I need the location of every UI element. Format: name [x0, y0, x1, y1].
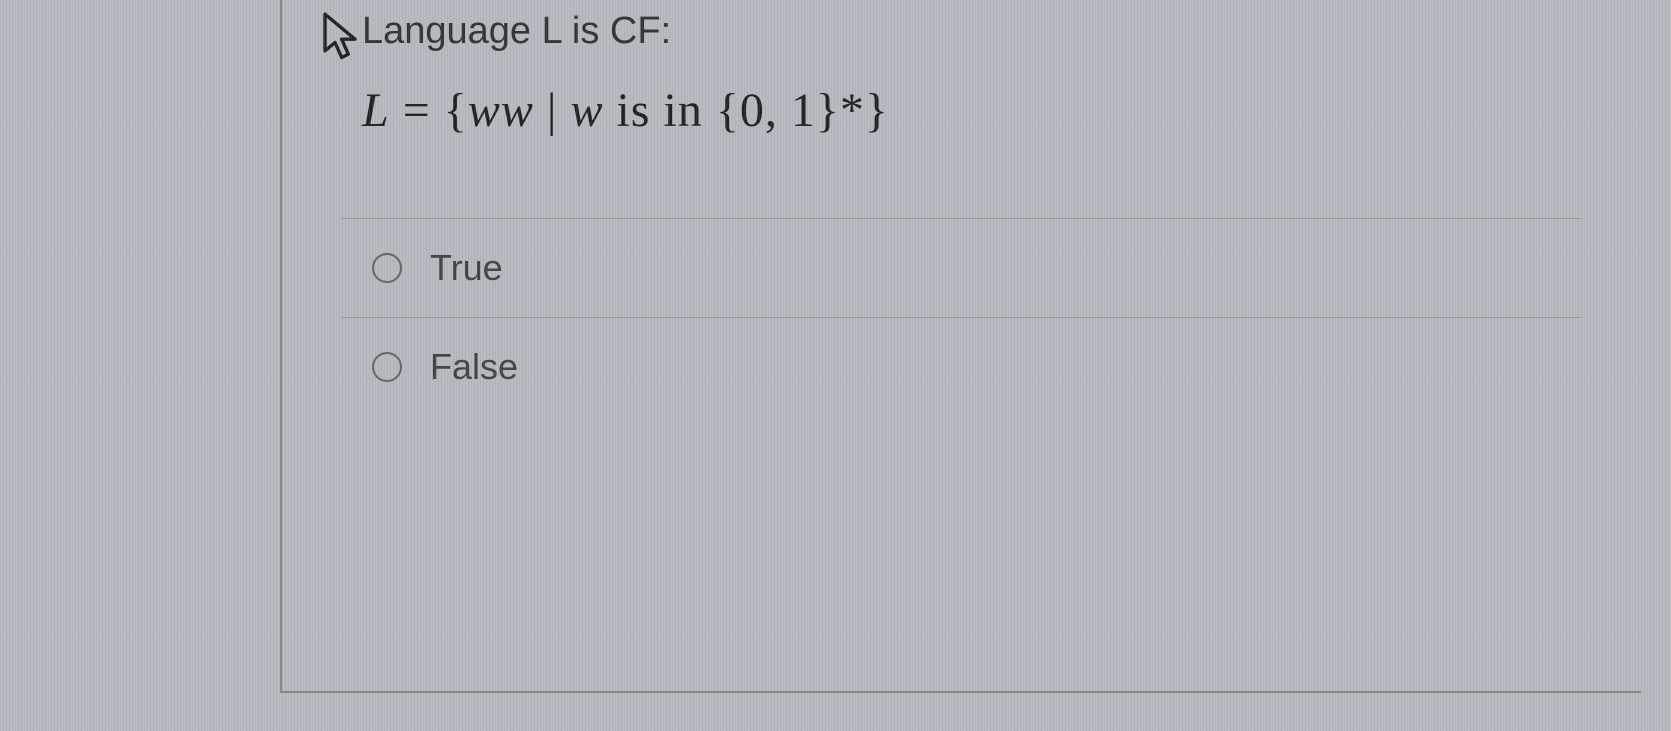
option-label: True [430, 247, 503, 289]
cursor-icon [320, 10, 360, 65]
question-prompt: Language L is CF: [362, 10, 1581, 53]
math-expression: L = {ww | w is in {0, 1}*} [362, 83, 1581, 138]
option-label: False [430, 346, 518, 388]
option-false[interactable]: False [342, 317, 1581, 416]
radio-icon[interactable] [372, 352, 402, 382]
radio-icon[interactable] [372, 253, 402, 283]
question-container: Language L is CF: L = {ww | w is in {0, … [280, 0, 1641, 693]
options-list: True False [342, 218, 1581, 416]
option-true[interactable]: True [342, 218, 1581, 317]
